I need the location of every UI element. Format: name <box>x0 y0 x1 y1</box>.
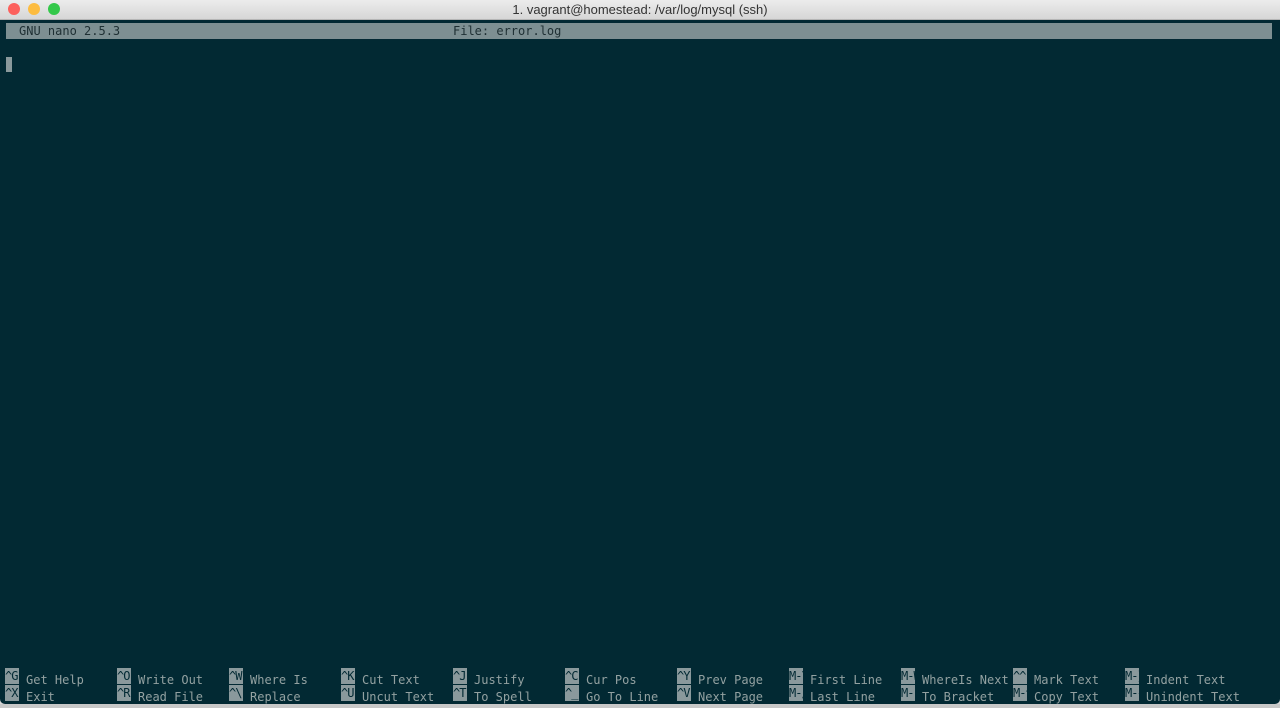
shortcut-label: To Spell <box>474 690 532 704</box>
shortcut-key: ^G <box>5 668 19 684</box>
shortcut-item: M-] To Bracket <box>901 685 994 705</box>
shortcut-label: Last Line <box>810 690 876 704</box>
shortcut-label: Read File <box>138 690 204 704</box>
shortcut-label: Exit <box>26 690 55 704</box>
shortcut-key: M-/ <box>789 685 803 701</box>
shortcut-label: Uncut Text <box>362 690 435 704</box>
shortcut-label: Replace <box>250 690 301 704</box>
background-window <box>0 704 1280 708</box>
shortcut-item: M-/ Last Line <box>789 685 875 705</box>
shortcut-key: ^C <box>565 668 579 684</box>
shortcut-item: ^U Uncut Text <box>341 685 434 705</box>
shortcut-key: M-{ <box>1125 685 1139 701</box>
shortcut-item: ^_ Go To Line <box>565 685 658 705</box>
shortcut-key: M-} <box>1125 668 1139 684</box>
shortcut-key: ^X <box>5 685 19 701</box>
window-titlebar: 1. vagrant@homestead: /var/log/mysql (ss… <box>0 0 1280 20</box>
shortcut-label: To Bracket <box>922 690 995 704</box>
shortcut-label: Go To Line <box>586 690 659 704</box>
shortcut-key: ^R <box>117 685 131 701</box>
shortcut-key: ^V <box>677 685 691 701</box>
shortcut-key: ^J <box>453 668 467 684</box>
shortcut-item: ^X Exit <box>5 685 55 705</box>
terminal-area[interactable]: GNU nano 2.5.3 File: error.log ^G Get Hel… <box>0 20 1280 704</box>
shortcut-label: Next Page <box>698 690 764 704</box>
shortcut-key: ^U <box>341 685 355 701</box>
shortcut-label: Unindent Text <box>1146 690 1240 704</box>
shortcut-item: M-{ Unindent Text <box>1125 685 1240 705</box>
shortcut-key: ^O <box>117 668 131 684</box>
text-cursor <box>6 57 12 72</box>
nano-header: GNU nano 2.5.3 File: error.log <box>6 23 1272 39</box>
shortcut-label: Copy Text <box>1034 690 1100 704</box>
shortcut-key: M-^ <box>1013 685 1027 701</box>
shortcut-key: M-] <box>901 685 915 701</box>
shortcut-key: ^T <box>453 685 467 701</box>
shortcut-key: M-W <box>901 668 915 684</box>
shortcut-item: ^R Read File <box>117 685 203 705</box>
shortcut-key: ^^ <box>1013 668 1027 684</box>
file-name: File: error.log <box>453 24 562 38</box>
shortcut-item: ^V Next Page <box>677 685 763 705</box>
shortcut-item: M-^ Copy Text <box>1013 685 1099 705</box>
shortcut-key: ^Y <box>677 668 691 684</box>
shortcut-item: ^\ Replace <box>229 685 301 705</box>
window-title: 1. vagrant@homestead: /var/log/mysql (ss… <box>512 2 768 17</box>
shortcut-item: ^T To Spell <box>453 685 532 705</box>
shortcut-key: ^_ <box>565 685 579 701</box>
nano-version: GNU nano 2.5.3 <box>19 24 121 38</box>
shortcut-key: ^W <box>229 668 243 684</box>
shortcut-key: M-\ <box>789 668 803 684</box>
shortcut-key: ^K <box>341 668 355 684</box>
shortcut-key: ^\ <box>229 685 243 701</box>
